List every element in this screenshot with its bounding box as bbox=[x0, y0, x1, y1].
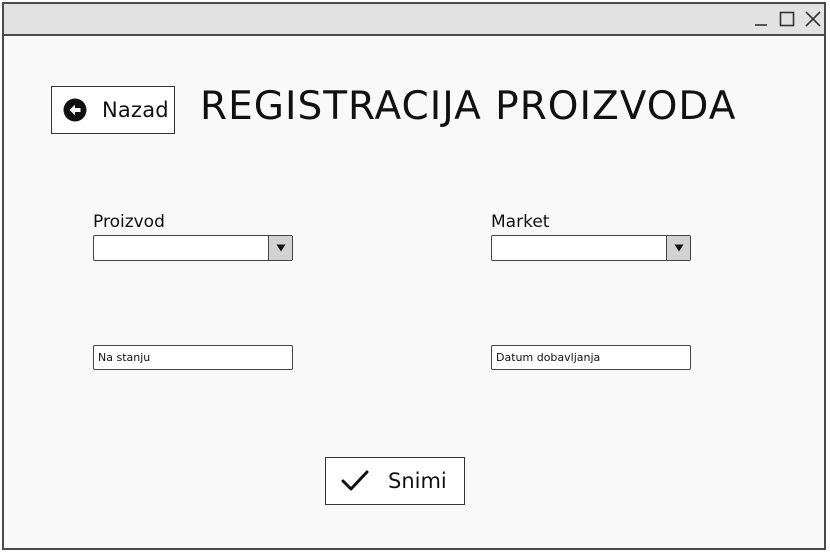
triangle-down-icon bbox=[674, 244, 683, 252]
market-label: Market bbox=[491, 212, 550, 232]
save-button[interactable]: Snimi bbox=[325, 457, 465, 505]
page-title: REGISTRACIJA PROIZVODA bbox=[200, 84, 737, 129]
arrow-left-circle-icon bbox=[63, 98, 87, 122]
dropdown-button[interactable] bbox=[666, 236, 690, 260]
close-icon[interactable] bbox=[804, 10, 822, 28]
market-select[interactable] bbox=[491, 235, 691, 261]
save-button-label: Snimi bbox=[388, 469, 447, 493]
product-label: Proizvod bbox=[93, 212, 165, 232]
product-select[interactable] bbox=[93, 235, 293, 261]
stock-input[interactable] bbox=[93, 345, 293, 370]
delivery-date-input[interactable] bbox=[491, 345, 691, 370]
back-button-label: Nazad bbox=[102, 98, 169, 122]
title-bar bbox=[4, 4, 824, 36]
triangle-down-icon bbox=[276, 244, 285, 252]
minimize-icon[interactable] bbox=[752, 10, 770, 28]
checkmark-icon bbox=[340, 468, 370, 494]
dropdown-button[interactable] bbox=[268, 236, 292, 260]
back-button[interactable]: Nazad bbox=[51, 86, 175, 134]
maximize-icon[interactable] bbox=[778, 10, 796, 28]
